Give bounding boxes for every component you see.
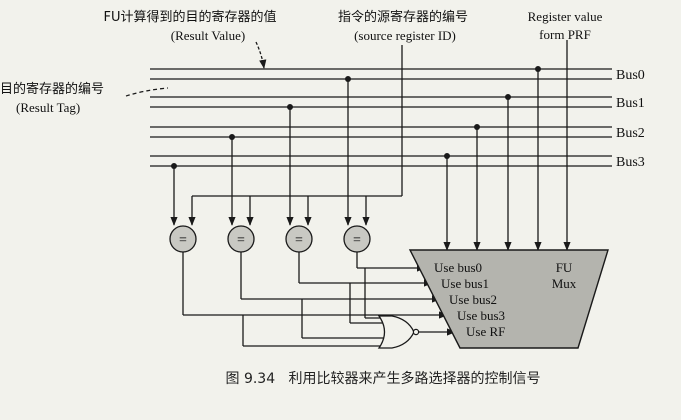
mux-input-bus0: Use bus0 bbox=[434, 260, 482, 275]
mux-input-bus1: Use bus1 bbox=[441, 276, 489, 291]
junction-dots bbox=[171, 66, 541, 169]
dot-tag-bus2 bbox=[229, 134, 235, 140]
comparator-1-symbol: = bbox=[295, 233, 303, 248]
dot-value-bus2 bbox=[474, 124, 480, 130]
figure-caption: 图 9.34 利用比较器来产生多路选择器的控制信号 bbox=[226, 370, 541, 387]
result-tag-label-cn: 目的寄存器的编号 bbox=[0, 81, 104, 97]
bus-labels: Bus0 Bus1 Bus2 Bus3 bbox=[616, 68, 645, 170]
nor-gate-bubble bbox=[412, 328, 420, 336]
nor-gate-body bbox=[377, 315, 415, 349]
nor-gate bbox=[377, 315, 420, 349]
result-value-pointer bbox=[255, 41, 267, 69]
mux-input-rf: Use RF bbox=[466, 324, 505, 339]
dot-tag-bus1 bbox=[287, 104, 293, 110]
dot-tag-bus0 bbox=[345, 76, 351, 82]
diagram-canvas: = = = = Use bus0 Use bus1 Use bus2 Use b… bbox=[0, 0, 681, 420]
comparator-2-symbol: = bbox=[237, 233, 245, 248]
mux-title-mux: Mux bbox=[552, 276, 577, 291]
result-value-label-en: (Result Value) bbox=[171, 28, 246, 43]
register-value-label-1: Register value bbox=[528, 9, 603, 24]
result-tag-label-en: (Result Tag) bbox=[16, 100, 80, 115]
bus1-label: Bus1 bbox=[616, 96, 645, 111]
mux-input-bus3: Use bus3 bbox=[457, 308, 505, 323]
bus3-label: Bus3 bbox=[616, 155, 645, 170]
dot-value-bus0 bbox=[535, 66, 541, 72]
mux-input-bus2: Use bus2 bbox=[449, 292, 497, 307]
comparators: = = = = bbox=[169, 225, 371, 253]
dot-value-bus1 bbox=[505, 94, 511, 100]
register-value-label-2: form PRF bbox=[539, 27, 591, 42]
result-tag-pointer bbox=[125, 87, 169, 97]
result-value-label-cn: FU计算得到的目的寄存器的值 bbox=[104, 9, 277, 25]
source-reg-label-cn: 指令的源寄存器的编号 bbox=[338, 9, 468, 25]
diagram-svg: = = = = Use bus0 Use bus1 Use bus2 Use b… bbox=[0, 9, 645, 387]
source-reg-label-en: (source register ID) bbox=[354, 28, 456, 43]
bus0-label: Bus0 bbox=[616, 68, 645, 83]
comparator-3-symbol: = bbox=[179, 233, 187, 248]
bus2-label: Bus2 bbox=[616, 126, 645, 141]
comparator-0-symbol: = bbox=[353, 233, 361, 248]
mux-title-fu: FU bbox=[556, 260, 573, 275]
dot-value-bus3 bbox=[444, 153, 450, 159]
dot-tag-bus3 bbox=[171, 163, 177, 169]
